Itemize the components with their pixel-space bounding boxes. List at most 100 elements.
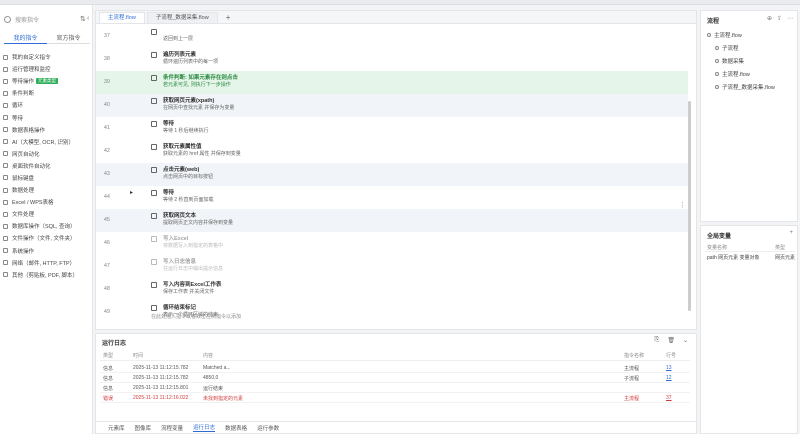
collapse-down-icon[interactable]: ⌄ [683,337,688,344]
sidebar-item-label: 等待操作 [12,79,35,86]
log-cell-cmd: 子流程 [624,376,640,382]
flow-step-row[interactable]: 47 写入日志信息 在运行日志中输出提示信息 [96,255,688,278]
sidebar-item[interactable]: 文件处理 [0,208,93,220]
sidebar-item[interactable]: Excel / WPS表格 [0,196,93,208]
more-icon[interactable]: ⋯ [787,15,793,22]
tab-official-commands[interactable]: 官方指令 [47,35,90,44]
sidebar-item[interactable]: 条件判断 [0,87,93,99]
flow-tree-item[interactable]: 数据采集 [715,57,744,65]
flow-step-row[interactable]: 44 等待 等待 2 秒直到页面加载 [96,186,688,209]
flow-step-row[interactable]: 37 返回到上一层 [96,25,688,48]
step-description: 将数据写入到指定的表格中 [163,243,224,249]
flow-step-row[interactable]: 40 获取网页元素(xpath) 在网页中查找元素 并保存为变量 [96,94,688,117]
import-icon[interactable]: ⇪ [777,15,782,22]
log-row[interactable]: 错误 2025-11-13 11:12:16.022 未找到指定的元素 主流程 37 [100,393,690,403]
sidebar-item-label: 鼠标键盘 [12,175,35,182]
more-icon[interactable]: ⋮ [679,201,686,209]
tab-main-flow[interactable]: 主流程.flow [99,12,145,23]
sidebar-item[interactable]: 等待操作 元素类型 [0,75,93,87]
log-row[interactable]: 信息 2025-11-13 11:12:15.801 运行结束 [100,383,690,393]
sidebar-item[interactable]: 数据处理 [0,184,93,196]
step-line-number: 41 [103,125,110,131]
var-name: path 网页元素 变量对象 [707,255,760,261]
bottom-tab[interactable]: 数据表格 [225,424,247,432]
log-cell-time: 2025-11-13 11:12:16.022 [133,395,189,401]
sidebar-item[interactable]: 等待 [0,111,93,123]
collapse-icon[interactable]: ‹ [87,15,89,22]
command-search-input[interactable]: 搜索指令 [4,14,76,24]
flow-step-row[interactable]: 42 获取元素属性值 获取元素的 href 属性 并保存到变量 [96,140,688,163]
flow-step-row[interactable]: 46 写入Excel 将数据写入到指定的表格中 [96,232,688,255]
sidebar-item-label: 数据表格操作 [12,127,46,134]
step-title: 等待 [163,190,175,196]
sidebar-item[interactable]: AI（大模型, OCR, 识别） [0,136,93,148]
step-icon [151,282,157,288]
sidebar-item[interactable]: 桌面软件自动化 [0,160,93,172]
sidebar-item-label: AI（大模型, OCR, 识别） [12,139,75,146]
sidebar-item[interactable]: 文件操作（文件, 文件夹） [0,232,93,244]
log-cell-line[interactable]: 12 [666,375,672,381]
sidebar-item[interactable]: 网络（邮件, HTTP, FTP） [0,257,93,269]
flow-tree-label: 子流程 [722,46,739,52]
step-line-number: 49 [103,309,110,315]
flow-tree-item[interactable]: 子流程_数据采集.flow [715,83,775,91]
expand-icon[interactable]: ⇅ [80,15,86,23]
sidebar-item-label: 桌面软件自动化 [12,163,51,170]
sidebar-item[interactable]: 网页自动化 [0,148,93,160]
add-tab-button[interactable]: + [220,12,237,23]
search-icon [4,15,11,23]
flow-step-row[interactable]: 48 写入内容到Excel工作表 保存工作表 并关闭文件 [96,278,688,301]
category-icon [3,78,8,84]
command-list: 我的自定义指令 运行管理和监控 等待操作 元素类型 条件判断 循环 等待数据表格操作 AI（大… [0,51,93,281]
add-variable-icon[interactable]: + [789,230,793,236]
clear-icon[interactable]: 🗑 [667,337,675,344]
category-icon [3,248,8,254]
editor-scrollbar[interactable] [688,101,691,311]
step-line-number: 40 [103,102,110,108]
log-cell-line[interactable]: 13 [666,365,672,371]
bottom-tab[interactable]: 运行日志 [193,423,216,432]
flow-step-row[interactable]: 39 条件判断: 如果元素存在则点击 若元素可见, 则执行下一步操作 [96,71,688,94]
log-cell-type: 错误 [103,396,114,402]
sidebar-item[interactable]: 系统操作 [0,245,93,257]
sidebar-item[interactable]: 鼠标键盘 [0,172,93,184]
bottom-tab[interactable]: 元素库 [108,424,125,432]
tab-sub-flow[interactable]: 子流程_数据采集.flow [146,12,218,23]
log-row[interactable]: 信息 2025-11-13 11:12:15.782 Matched a... 主流程… [100,363,690,373]
bottom-tab[interactable]: 运行参数 [257,424,279,432]
step-icon [151,144,157,150]
new-flow-icon[interactable]: ⊕ [767,15,772,22]
category-icon [3,115,8,121]
flow-step-row[interactable]: 41 等待 等待 1 秒后继续执行 [96,117,688,140]
sidebar-item[interactable]: 循环 [0,99,93,111]
sidebar-item[interactable]: 运行管理和监控 [0,63,93,75]
sidebar-item[interactable]: 其他（剪贴板, PDF, 脚本） [0,269,93,281]
flow-tree-item[interactable]: 主流程.flow [715,70,750,78]
step-title: 写入日志信息 [163,259,197,265]
step-line-number: 46 [103,240,110,246]
flow-step-row[interactable]: 38 遍历列表元素 循环遍历列表中的每一项 [96,48,688,71]
bottom-tab[interactable]: 图像库 [135,424,152,432]
flow-tree-item[interactable]: 子流程 [715,44,739,52]
log-cell-line[interactable]: 37 [666,395,672,401]
log-row[interactable]: 信息 2025-11-13 11:12:15.782 4850.0 子流程 12 [100,373,690,383]
sidebar-item[interactable]: 数据表格操作 [0,124,93,136]
bottom-tab[interactable]: 流程变量 [161,424,183,432]
sidebar-item[interactable]: 数据库操作（SQL, 查询） [0,220,93,232]
log-col-command: 指令名称 [624,353,645,359]
sidebar-item[interactable]: 我的自定义指令 [0,51,93,63]
step-title: 获取元素属性值 [163,144,202,150]
log-cell-cmd: 主流程 [624,366,640,372]
flow-tree-item[interactable]: 主流程.flow [707,31,742,39]
export-icon[interactable]: ⎘ [655,337,660,344]
step-icon [151,52,157,58]
flow-tree-label: 子流程_数据采集.flow [722,85,775,91]
var-row[interactable]: path 网页元素 变量对象 网页元素 [705,254,795,262]
flow-step-row[interactable]: 43 点击元素(web) 点击网页中的目标按钮 [96,163,688,186]
step-title: 获取网页文本 [163,213,197,219]
vars-header: 变量名称 类型 [705,244,795,252]
step-title: 遍历列表元素 [163,52,197,58]
category-icon [3,223,8,229]
flow-step-row[interactable]: 45 获取网页文本 提取网页正文内容并保存到变量 [96,209,688,232]
tab-my-commands[interactable]: 我的指令 [4,35,47,44]
